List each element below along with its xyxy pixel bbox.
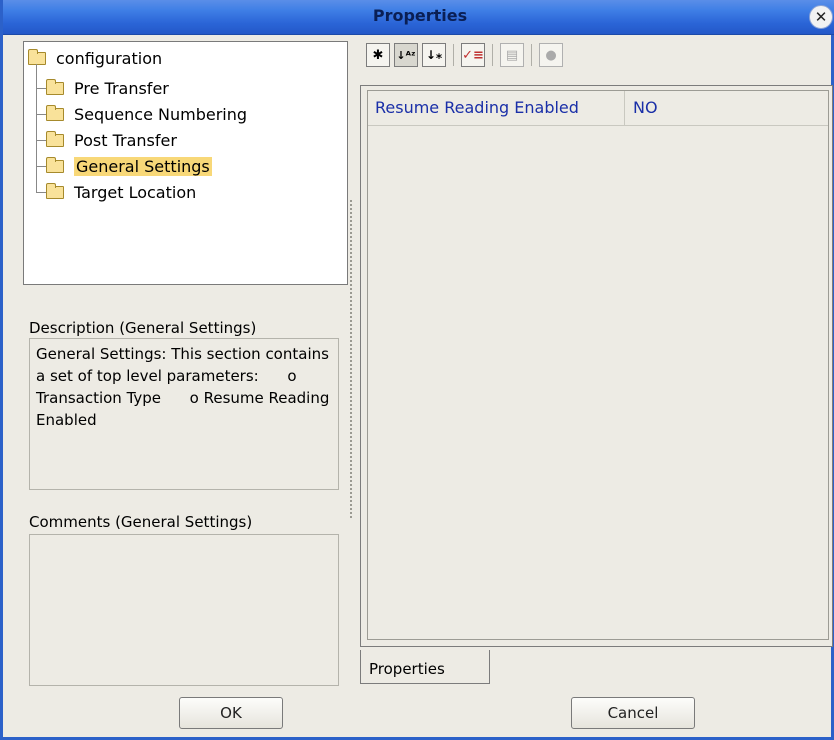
window-title: Properties [372, 6, 468, 25]
cancel-button[interactable]: Cancel [571, 697, 695, 729]
close-button[interactable]: ✕ [809, 5, 833, 29]
tree-item-pre-transfer[interactable]: Pre Transfer [36, 76, 169, 100]
categorized-icon: ✱ [372, 47, 384, 63]
sort-custom-icon: ↓⁎ [425, 48, 443, 62]
tree-item-label: Target Location [74, 182, 197, 202]
tree-item-label: General Settings [74, 156, 212, 176]
tree-connector [36, 87, 46, 89]
toolbar-separator [492, 44, 493, 66]
description-text: General Settings: This section contains … [29, 338, 339, 490]
comments-label: Comments (General Settings) [29, 513, 253, 531]
configuration-tree[interactable]: configuration Pre Transfer Sequence Numb… [23, 41, 348, 285]
ok-button[interactable]: OK [179, 697, 283, 729]
sort-alpha-icon: ↓ᴬᶻ [396, 48, 416, 62]
folder-icon [28, 48, 46, 65]
grid-icon: ▤ [505, 47, 519, 63]
tree-item-sequence-numbering[interactable]: Sequence Numbering [36, 102, 247, 126]
tree-connector [36, 191, 46, 193]
folder-icon [46, 182, 64, 199]
folder-icon [46, 104, 64, 121]
sort-custom-button[interactable]: ↓⁎ [422, 43, 446, 67]
description-label: Description (General Settings) [29, 319, 257, 337]
toolbar-separator [453, 44, 454, 66]
tree-root[interactable]: configuration [28, 46, 162, 70]
property-row[interactable]: Resume Reading Enabled NO [368, 91, 828, 126]
properties-window: Properties ✕ configuration Pre Transfer … [0, 0, 834, 740]
tree-item-post-transfer[interactable]: Post Transfer [36, 128, 177, 152]
splitter-handle[interactable] [350, 200, 352, 520]
folder-icon [46, 156, 64, 173]
toolbar-separator [531, 44, 532, 66]
property-sheet: Resume Reading Enabled NO [360, 85, 833, 647]
tree-item-label: Pre Transfer [74, 78, 169, 98]
tree-item-label: Post Transfer [74, 130, 177, 150]
tree-connector [36, 113, 46, 115]
tree-item-target-location[interactable]: Target Location [36, 180, 196, 204]
tree-item-general-settings[interactable]: General Settings [36, 154, 212, 178]
tab-properties[interactable]: Properties [360, 650, 490, 684]
checklist-button[interactable]: ✓≡ [461, 43, 485, 67]
categorized-view-button[interactable]: ✱ [366, 43, 390, 67]
close-icon: ✕ [814, 7, 828, 26]
sort-alphabetical-button[interactable]: ↓ᴬᶻ [394, 43, 418, 67]
tree-connector [36, 139, 46, 141]
help-button[interactable]: ● [539, 43, 563, 67]
checklist-icon: ✓≡ [462, 47, 484, 63]
property-value[interactable]: NO [625, 91, 658, 125]
tree-connector [36, 165, 46, 167]
property-toolbar: ✱ ↓ᴬᶻ ↓⁎ ✓≡ ▤ ● [366, 43, 563, 69]
help-icon: ● [545, 47, 557, 63]
grid-view-button[interactable]: ▤ [500, 43, 524, 67]
comments-textarea[interactable] [29, 534, 339, 686]
property-table: Resume Reading Enabled NO [367, 90, 829, 640]
tree-root-label: configuration [56, 48, 163, 68]
property-name: Resume Reading Enabled [368, 91, 625, 125]
tree-item-label: Sequence Numbering [74, 104, 248, 124]
title-bar[interactable]: Properties ✕ [3, 0, 834, 35]
folder-icon [46, 78, 64, 95]
folder-icon [46, 130, 64, 147]
